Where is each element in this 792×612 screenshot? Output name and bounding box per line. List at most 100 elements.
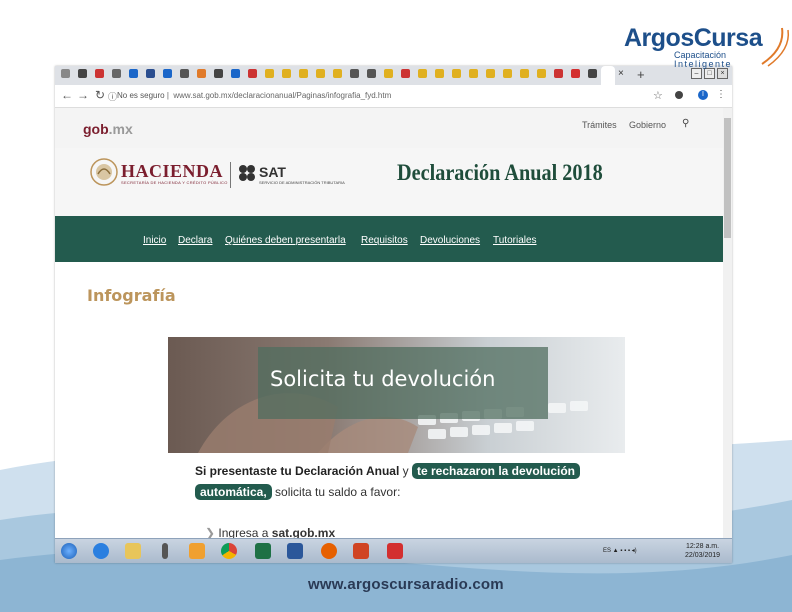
arrow-icon: ❯ [205,526,219,538]
gob-mx-text: .mx [108,121,133,137]
browser-tab[interactable] [316,69,325,78]
excel-icon[interactable] [255,543,271,559]
menu-kebab-icon[interactable]: ⋮ [716,89,726,100]
ingresa-prefix: Ingresa a [218,526,272,538]
para-part2: solicita tu saldo a favor: [271,485,401,499]
web-page: gob.mx Trámites Gobierno ⚲ HACIENDA SECR… [55,108,723,538]
footer-url: www.argoscursaradio.com [308,576,504,593]
section-heading: Infografía [87,286,176,305]
reload-icon[interactable]: ↻ [95,88,105,102]
nav-requisitos[interactable]: Requisitos [361,235,408,246]
gob-text: gob [83,121,109,137]
browser-tab[interactable] [503,69,512,78]
main-nav: Inicio Declara Quiénes deben presentarla… [55,216,723,262]
browser-tab[interactable] [95,69,104,78]
browser-tab[interactable] [197,69,206,78]
info-paragraph: Si presentaste tu Declaración Anual y te… [195,461,615,503]
acrobat-icon[interactable] [387,543,403,559]
browser-tab[interactable] [520,69,529,78]
browser-tab[interactable] [435,69,444,78]
browser-tab[interactable] [486,69,495,78]
browser-tab[interactable] [469,69,478,78]
gob-mx-logo[interactable]: gob.mx [83,121,133,137]
page-scrollbar[interactable] [723,108,732,538]
nav-tutoriales[interactable]: Tutoriales [493,235,537,246]
microphone-icon[interactable] [162,543,168,559]
browser-tab[interactable] [299,69,308,78]
word-icon[interactable] [287,543,303,559]
para-y: y [399,464,412,478]
browser-tab[interactable] [537,69,546,78]
eagle-seal-icon [90,158,118,186]
browser-window: × + – □ × ← → ↻ ⓘ No es seguro | www.sat… [55,66,732,563]
browser-tab[interactable] [588,69,597,78]
clock[interactable]: 12:28 a.m. 22/03/2019 [685,542,720,560]
address-bar[interactable]: No es seguro | www.sat.gob.mx/declaracio… [117,91,391,100]
browser-tab[interactable] [214,69,223,78]
argoscursa-logo: ArgosCursa Capacitación Inteligente [622,24,792,70]
back-arrow-icon[interactable]: ← [61,88,73,102]
scrollbar-thumb[interactable] [724,118,731,238]
browser-tab[interactable] [248,69,257,78]
nav-inicio[interactable]: Inicio [143,235,166,246]
browser-tab[interactable] [401,69,410,78]
start-button[interactable] [61,543,77,559]
para-pill-1: te rechazaron la devolución [411,463,581,479]
firefox-icon[interactable] [321,543,337,559]
ie-icon[interactable] [93,543,109,559]
para-pill-2: automática, [195,484,272,500]
windows-taskbar: ES ▲ ▪ ▪ ▪ ◂) 12:28 a.m. 22/03/2019 [55,538,732,563]
browser-tab[interactable] [265,69,274,78]
bookmark-star-icon[interactable]: ☆ [653,89,663,102]
security-label: No es seguro [117,91,165,100]
browser-tab[interactable] [333,69,342,78]
hero-caption-box: Solicita tu devolución [258,347,548,419]
language-indicator[interactable]: ES [603,548,611,554]
browser-tab[interactable] [78,69,87,78]
browser-tab[interactable] [350,69,359,78]
para-part1: Si presentaste tu Declaración Anual [195,464,400,478]
hero-title: Solicita tu devolución [270,367,496,391]
forward-arrow-icon[interactable]: → [77,88,89,102]
folder-icon[interactable] [125,543,141,559]
browser-tab[interactable] [180,69,189,78]
browser-tab[interactable] [112,69,121,78]
browser-tab[interactable] [571,69,580,78]
link-gobierno[interactable]: Gobierno [629,120,666,130]
browser-tab[interactable] [61,69,70,78]
browser-tab-active[interactable] [601,66,615,85]
logo-tagline-2: Inteligente [674,59,733,69]
browser-tab[interactable] [163,69,172,78]
media-player-icon[interactable] [189,543,205,559]
link-tramites[interactable]: Trámites [582,120,617,130]
browser-tab[interactable] [367,69,376,78]
browser-tab[interactable] [231,69,240,78]
nav-quienes[interactable]: Quiénes deben presentarla [225,235,346,246]
nav-declara[interactable]: Declara [178,235,212,246]
browser-tab[interactable] [146,69,155,78]
nav-devoluciones[interactable]: Devoluciones [420,235,480,246]
browser-tab[interactable] [129,69,138,78]
site-header: HACIENDA SECRETARÍA DE HACIENDA Y CRÉDIT… [55,148,723,216]
clock-time: 12:28 a.m. [685,543,720,550]
hacienda-subtitle: SECRETARÍA DE HACIENDA Y CRÉDITO PÚBLICO [121,180,228,185]
sat-link[interactable]: sat.gob.mx [272,526,335,538]
search-icon[interactable]: ⚲ [682,118,689,129]
browser-tab[interactable] [452,69,461,78]
hacienda-wordmark: HACIENDA [121,161,224,181]
info-icon[interactable]: ⓘ [108,90,117,103]
chrome-icon[interactable] [221,543,237,559]
browser-tab[interactable] [554,69,563,78]
browser-tab[interactable] [282,69,291,78]
logo-brand-a: Argos [624,24,694,52]
system-tray[interactable]: ES ▲ ▪ ▪ ▪ ◂) [603,547,637,554]
browser-tab[interactable] [384,69,393,78]
extension-icon[interactable] [675,91,683,99]
sat-subtitle: SERVICIO DE ADMINISTRACIÓN TRIBUTARIA [259,180,345,185]
powerpoint-icon[interactable] [353,543,369,559]
browser-tab[interactable] [418,69,427,78]
header-divider [230,162,231,188]
profile-avatar[interactable]: I [698,90,708,100]
sat-wordmark: SAT [259,164,286,180]
hero-banner: Solicita tu devolución [168,337,625,453]
